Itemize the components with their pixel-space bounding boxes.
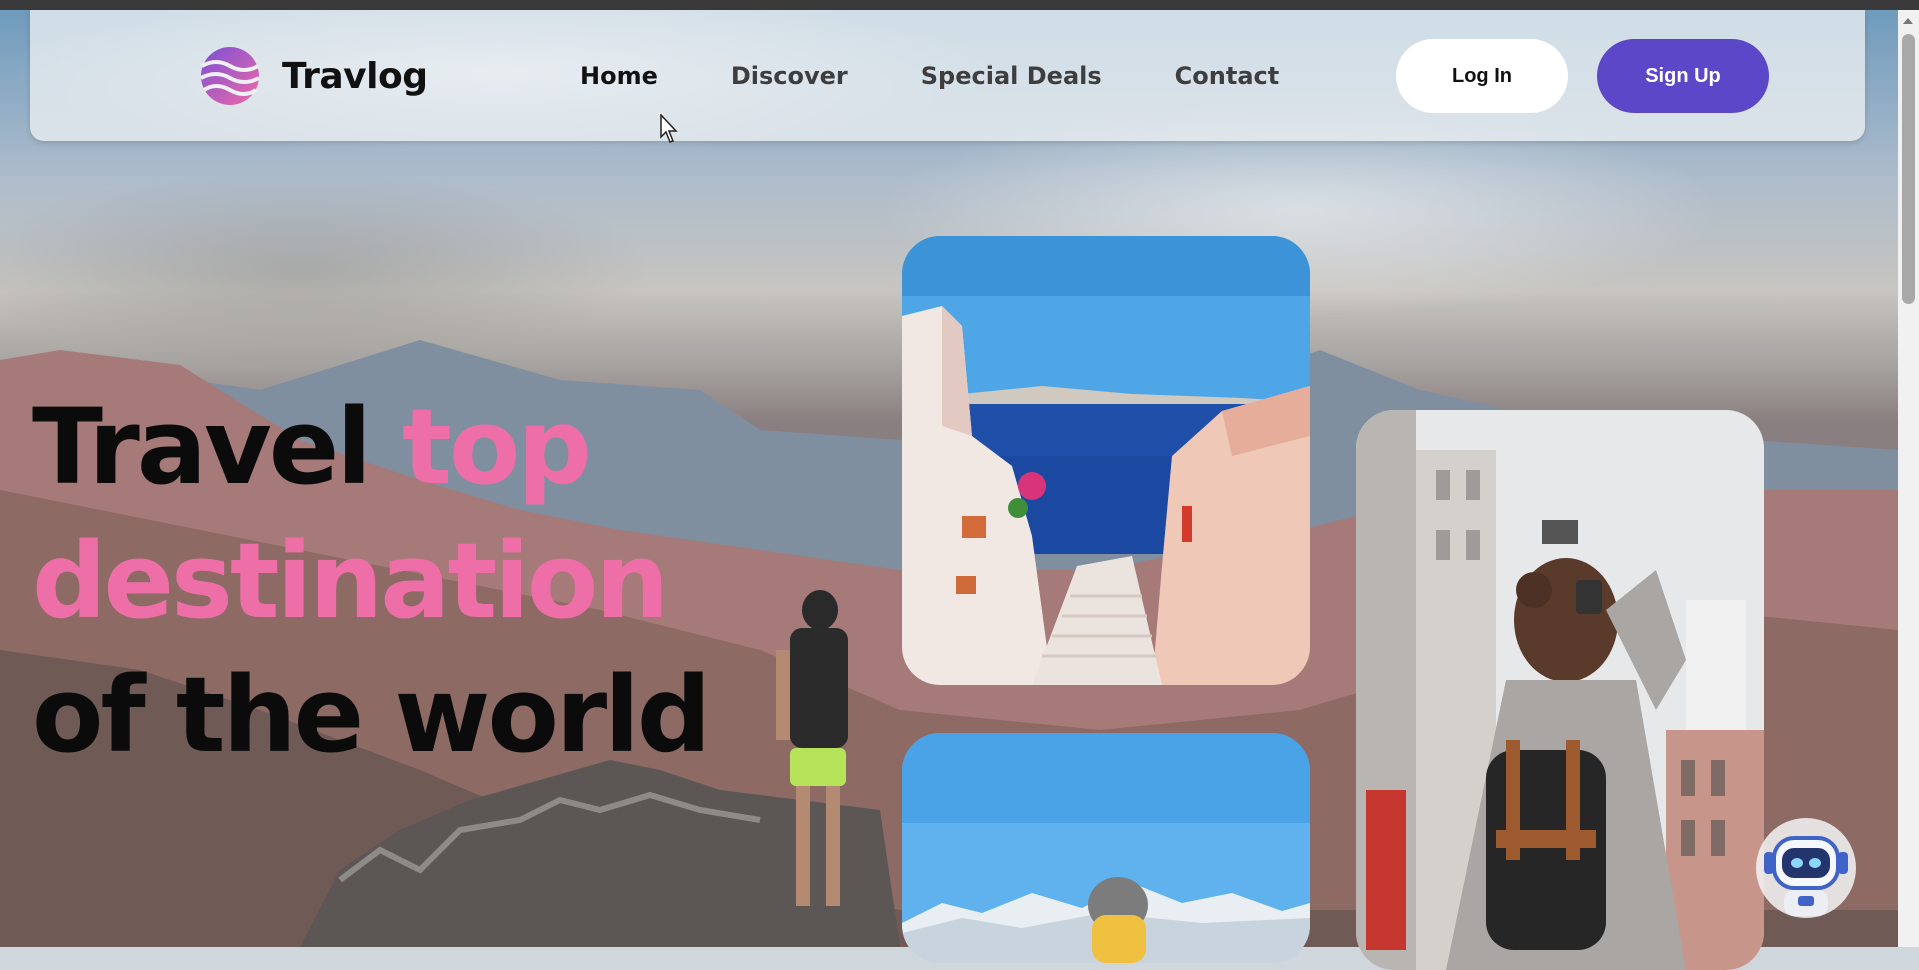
nav-links: Home Discover Special Deals Contact (580, 62, 1352, 90)
brand-name: Travlog (282, 55, 428, 97)
headline-part-1: Travel (32, 386, 403, 508)
travlog-logo-icon (200, 47, 260, 105)
hero-headline: Travel top destination of the world (32, 380, 772, 782)
signup-button[interactable]: Sign Up (1597, 39, 1769, 113)
nav-special-deals-link[interactable]: Special Deals (921, 62, 1102, 90)
scroll-up-arrow-icon[interactable] (1903, 18, 1913, 24)
browser-top-strip (0, 0, 1919, 10)
nav-discover-link[interactable]: Discover (731, 62, 848, 90)
login-button[interactable]: Log In (1396, 39, 1568, 113)
nav-contact-link[interactable]: Contact (1175, 62, 1280, 90)
destination-photo-santorini (902, 236, 1310, 685)
page-scrollbar[interactable] (1898, 10, 1919, 947)
mouse-pointer-icon (660, 114, 678, 143)
robot-assistant-icon (1756, 818, 1856, 918)
destination-photo-mountain (902, 733, 1310, 963)
headline-part-3: of the world (32, 654, 711, 776)
brand-logo[interactable]: Travlog (200, 46, 428, 106)
destination-photo-city (1356, 410, 1764, 970)
chatbot-launcher[interactable] (1754, 812, 1858, 922)
scrollbar-thumb[interactable] (1902, 34, 1915, 304)
top-navbar: Travlog Home Discover Special Deals Cont… (30, 10, 1865, 141)
nav-home-link[interactable]: Home (580, 62, 658, 90)
